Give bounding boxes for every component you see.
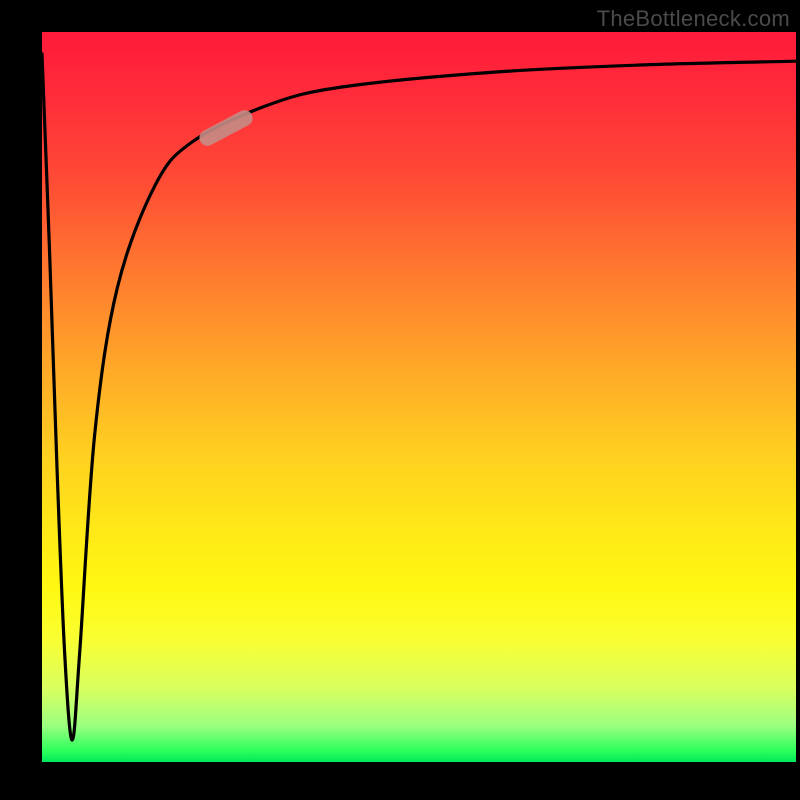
bottleneck-curve — [42, 54, 796, 740]
attribution-text: TheBottleneck.com — [597, 6, 790, 32]
chart-frame: TheBottleneck.com — [0, 0, 800, 800]
curve-layer — [42, 32, 796, 762]
plot-area — [42, 32, 796, 762]
